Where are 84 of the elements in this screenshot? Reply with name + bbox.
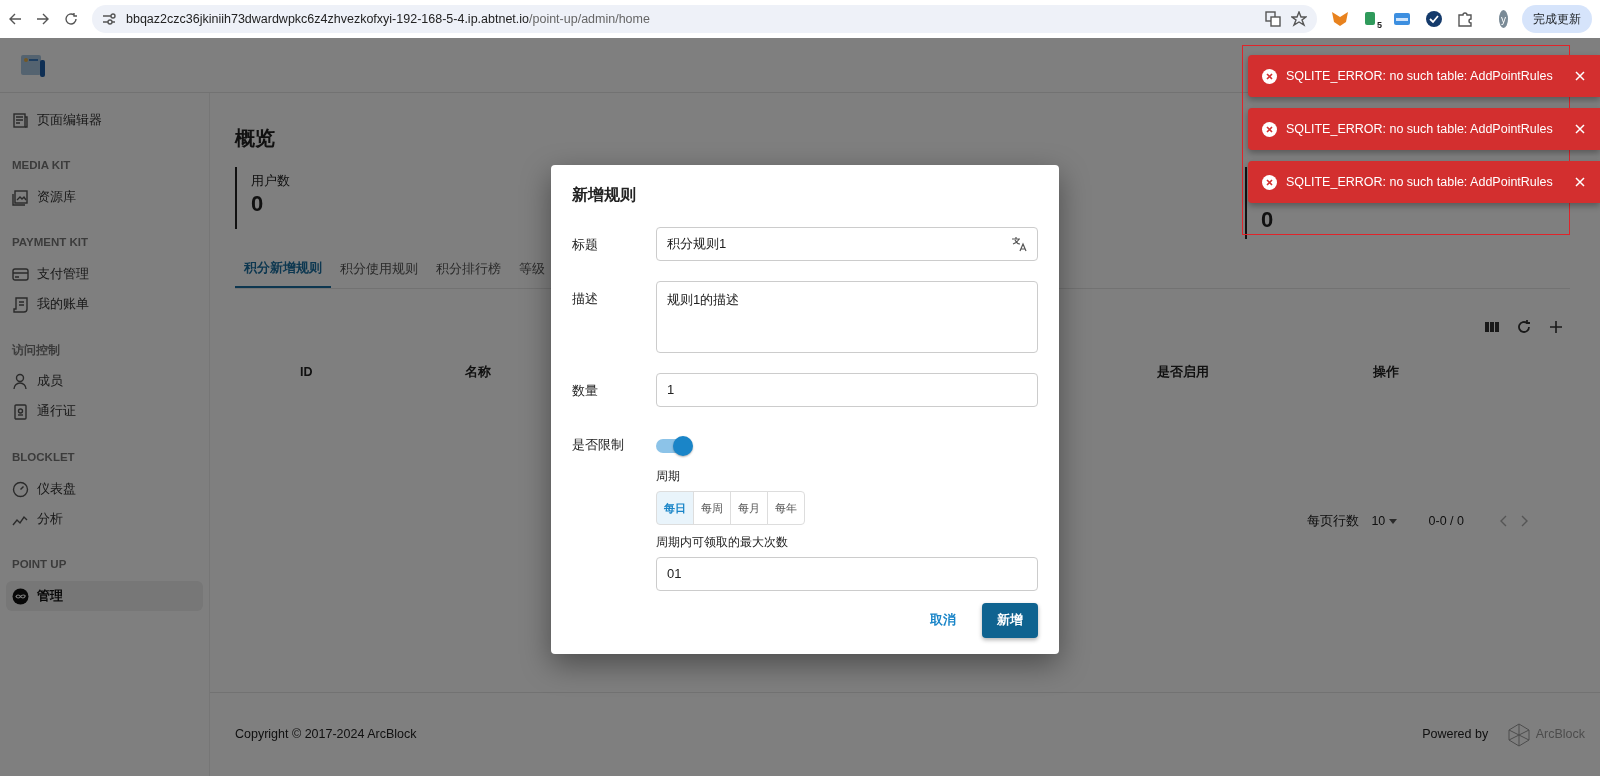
check-icon[interactable]	[1425, 10, 1443, 28]
period-option[interactable]: 每年	[767, 490, 805, 525]
back-icon[interactable]	[8, 12, 22, 26]
sidebar-heading: POINT UP	[11, 557, 68, 572]
sidebar-heading: MEDIA KIT	[11, 158, 72, 173]
stat-label: 用户数	[251, 172, 291, 190]
sidebar-heading: PAYMENT KIT	[11, 235, 90, 251]
column-header: ID	[300, 364, 314, 381]
page-title: 概览	[235, 126, 275, 151]
close-icon[interactable]	[1574, 176, 1586, 188]
forward-icon[interactable]	[36, 12, 50, 26]
period-option[interactable]: 每月	[730, 490, 768, 525]
period-option[interactable]: 每周	[693, 490, 731, 525]
error-icon	[1262, 121, 1277, 137]
caret-icon	[1388, 518, 1397, 524]
period-option[interactable]: 每日	[656, 490, 694, 525]
period-label: 周期	[656, 467, 681, 485]
infinity-icon	[12, 587, 29, 605]
sidebar-item[interactable]: 通行证	[6, 396, 203, 427]
sidebar-item[interactable]: 分析	[6, 504, 203, 534]
sidebar-item[interactable]: 我的账单	[6, 289, 203, 320]
stat-value: 0	[251, 190, 265, 217]
textarea-field[interactable]: 规则1的描述	[656, 281, 1038, 353]
add-icon[interactable]	[1548, 319, 1564, 335]
sidebar-item[interactable]: 管理	[6, 581, 203, 612]
input-field[interactable]: 1	[656, 373, 1038, 407]
card-icon[interactable]	[1393, 11, 1411, 27]
input-field[interactable]: 01	[656, 557, 1038, 591]
close-icon[interactable]	[1574, 123, 1586, 135]
reload-icon[interactable]	[64, 12, 78, 26]
max-claims-label: 周期内可领取的最大次数	[656, 534, 789, 551]
error-icon	[1262, 174, 1277, 190]
field-label: 是否限制	[572, 436, 625, 454]
url-text: bbqaz2czc36jkiniih73dwardwpkc6z4zhvezkofxyi-192-168-5-4.ip.abtnet.io/point-up/admin/home	[126, 11, 650, 26]
powered-by-text: Powered by	[1422, 726, 1489, 744]
dialog-title: 新增规则	[572, 185, 637, 205]
sidebar-item[interactable]: 成员	[6, 366, 203, 397]
tab[interactable]: 积分新增规则	[235, 251, 331, 288]
star-icon[interactable]	[1291, 11, 1307, 27]
column-header: 是否启用	[1157, 363, 1210, 381]
submit-button[interactable]: 新增	[982, 603, 1038, 638]
copyright-text: Copyright © 2017-2024 ArcBlock	[235, 726, 417, 744]
site-settings-icon[interactable]	[102, 13, 116, 25]
tab[interactable]: 等级	[510, 251, 554, 288]
toast-message: SQLITE_ERROR: no such table: AddPointRules	[1286, 173, 1554, 191]
gauge-icon	[12, 480, 29, 498]
refresh-icon[interactable]	[1516, 319, 1532, 335]
error-icon	[1262, 68, 1277, 84]
card-icon	[12, 266, 29, 283]
cube-icon	[1507, 722, 1530, 747]
sidebar-item[interactable]: 仪表盘	[6, 474, 203, 504]
address-bar[interactable]: bbqaz2czc36jkiniih73dwardwpkc6z4zhvezkofxyi-192-168-5-4.ip.abtnet.io/point-up/admin/home	[92, 5, 1317, 33]
stat-value: 0	[1261, 207, 1275, 234]
sidebar-item[interactable]: 页面编辑器	[6, 105, 203, 135]
columns-icon[interactable]	[1484, 319, 1500, 335]
rows-per-page-label: 每页行数	[1307, 512, 1360, 530]
sidebar-item[interactable]: 支付管理	[6, 259, 203, 290]
close-icon[interactable]	[1574, 70, 1586, 82]
sidebar-item[interactable]: 资源库	[6, 182, 203, 213]
tab[interactable]: 积分排行榜	[427, 251, 510, 288]
field-label: 描述	[572, 290, 599, 308]
toggle-switch[interactable]	[656, 439, 690, 453]
cancel-button[interactable]: 取消	[924, 610, 962, 631]
puzzle-icon[interactable]	[1457, 11, 1473, 27]
field-label: 数量	[572, 382, 599, 400]
page-range: 0-0 / 0	[1428, 512, 1464, 530]
user-icon	[12, 373, 29, 391]
badge-icon	[12, 403, 29, 421]
image-icon	[12, 188, 29, 206]
document-icon	[12, 111, 29, 129]
receipt-icon	[12, 296, 29, 313]
sidebar-heading: 访问控制	[11, 342, 61, 358]
tab[interactable]: 积分使用规则	[331, 251, 427, 288]
field-label: 标题	[572, 236, 599, 254]
input-field[interactable]: 积分规则1	[656, 227, 1038, 261]
toast-message: SQLITE_ERROR: no such table: AddPointRules	[1286, 67, 1554, 85]
column-header: 名称	[465, 364, 492, 381]
avatar[interactable]: y	[1499, 10, 1508, 28]
toast-message: SQLITE_ERROR: no such table: AddPointRules	[1286, 120, 1554, 138]
sidebar-heading: BLOCKLET	[11, 449, 76, 465]
fox-icon[interactable]	[1331, 11, 1349, 27]
rows-per-page-select[interactable]: 10	[1371, 511, 1397, 531]
column-header: 操作	[1373, 364, 1400, 381]
update-button[interactable]: 完成更新	[1522, 5, 1592, 33]
